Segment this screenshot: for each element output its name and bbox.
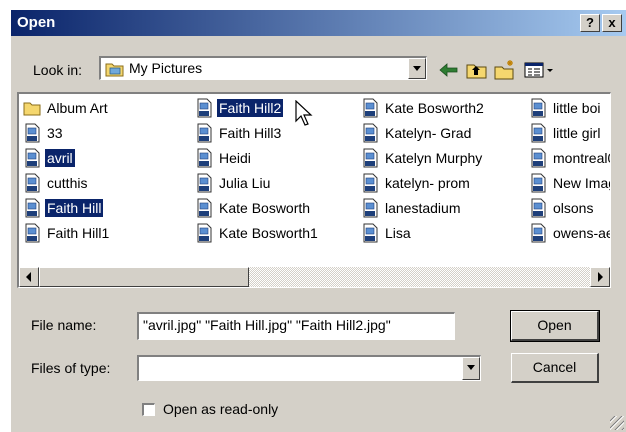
- file-name-text: Lisa: [385, 225, 411, 241]
- read-only-checkbox[interactable]: [142, 403, 155, 416]
- image-file-icon: [23, 223, 41, 243]
- folder-icon: [105, 60, 125, 81]
- files-of-type-dropdown[interactable]: [137, 355, 481, 381]
- file-name-text: Kate Bosworth2: [385, 100, 484, 116]
- file-name-text: Faith Hill2: [217, 99, 284, 117]
- image-file-icon: [529, 148, 547, 168]
- help-button[interactable]: ?: [580, 14, 600, 32]
- image-file-icon: [23, 123, 41, 143]
- image-file-icon: [361, 98, 379, 118]
- file-name-text: New Imag: [553, 175, 611, 191]
- view-menu-icon[interactable]: [523, 59, 557, 81]
- file-name-text: little boi: [553, 100, 601, 116]
- file-name-text: Faith Hill: [45, 199, 104, 217]
- image-file-icon: [529, 123, 547, 143]
- image-file-icon: [361, 173, 379, 193]
- file-name-text: avril: [45, 149, 75, 167]
- files-of-type-label: Files of type:: [31, 360, 111, 376]
- image-file-icon: [361, 223, 379, 243]
- file-name-text: olsons: [553, 200, 594, 216]
- horizontal-scrollbar[interactable]: [19, 267, 610, 287]
- image-file-icon: [361, 198, 379, 218]
- image-file-icon: [361, 123, 379, 143]
- look-in-value: My Pictures: [129, 60, 203, 76]
- open-dialog: Open ? x Look in: My Pictures Album Art …: [9, 8, 626, 432]
- file-name-input[interactable]: "avril.jpg" "Faith Hill.jpg" "Faith Hill…: [137, 312, 455, 340]
- up-one-level-icon[interactable]: [465, 59, 489, 81]
- chevron-down-icon[interactable]: [408, 58, 426, 79]
- image-file-icon: [195, 198, 213, 218]
- look-in-label: Look in:: [33, 62, 83, 78]
- file-name-text: Faith Hill3: [219, 125, 282, 141]
- file-name-text: Kate Bosworth: [219, 200, 311, 216]
- mouse-cursor-icon: [295, 99, 315, 131]
- file-name-text: katelyn- prom: [385, 175, 470, 191]
- file-name-text: 33: [47, 125, 63, 141]
- cancel-button[interactable]: Cancel: [511, 353, 599, 383]
- image-file-icon: [23, 173, 41, 193]
- scroll-right-button[interactable]: [590, 267, 610, 287]
- look-in-dropdown[interactable]: My Pictures: [99, 56, 427, 80]
- image-file-icon: [529, 198, 547, 218]
- image-file-icon: [529, 223, 547, 243]
- title-bar[interactable]: Open ? x: [11, 10, 626, 36]
- read-only-label: Open as read-only: [163, 401, 279, 417]
- image-file-icon: [361, 148, 379, 168]
- image-file-icon: [529, 98, 547, 118]
- file-name-text: little girl: [553, 125, 601, 141]
- file-name-text: Kate Bosworth1: [219, 225, 318, 241]
- file-name-text: Julia Liu: [219, 175, 271, 191]
- file-name-text: Album Art: [47, 100, 108, 116]
- image-file-icon: [195, 223, 213, 243]
- image-file-icon: [23, 148, 41, 168]
- file-name-label: File name:: [31, 317, 97, 333]
- file-name-text: Heidi: [219, 150, 251, 166]
- file-name-text: Faith Hill1: [47, 225, 110, 241]
- image-file-icon: [195, 173, 213, 193]
- file-name-text: owens-ae: [553, 225, 611, 241]
- image-file-icon: [23, 198, 41, 218]
- image-file-icon: [195, 98, 213, 118]
- image-file-icon: [529, 173, 547, 193]
- file-list[interactable]: Album Art 33 avril cutthis Faith Hill Faith H…: [17, 92, 611, 288]
- file-name-text: Katelyn- Grad: [385, 125, 472, 141]
- dialog-title: Open: [17, 14, 56, 31]
- scroll-thumb[interactable]: [39, 267, 249, 287]
- image-file-icon: [195, 148, 213, 168]
- open-button[interactable]: Open: [510, 310, 600, 342]
- resize-grip-icon[interactable]: [610, 416, 624, 430]
- file-name-text: lanestadium: [385, 200, 461, 216]
- image-file-icon: [195, 123, 213, 143]
- close-button[interactable]: x: [602, 14, 622, 32]
- file-name-text: Katelyn Murphy: [385, 150, 483, 166]
- back-arrow-icon[interactable]: [437, 59, 461, 81]
- folder-icon: [23, 98, 41, 118]
- file-name-text: cutthis: [47, 175, 88, 191]
- new-folder-icon[interactable]: [493, 59, 517, 81]
- scroll-left-button[interactable]: [19, 267, 39, 287]
- chevron-down-icon[interactable]: [462, 357, 480, 380]
- file-name-text: montreal0: [553, 150, 611, 166]
